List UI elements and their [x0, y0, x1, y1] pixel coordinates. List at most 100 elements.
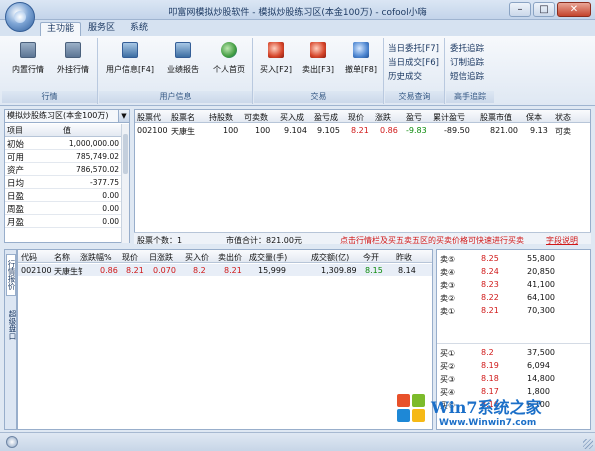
buy2-row[interactable]: 买② 8.19 6,094	[437, 360, 590, 372]
cell: 821.00	[490, 126, 518, 135]
cell: 8.21	[351, 126, 369, 135]
cell: 9.104	[284, 126, 307, 135]
tab-super-board[interactable]: 超级盘口	[6, 304, 17, 346]
group-user-info: 用户信息[F4] 业绩报告 个人首页 用户信息	[99, 38, 253, 104]
account-row: 月盈 0.00	[5, 215, 122, 228]
account-value: 0.00	[102, 217, 119, 226]
group-trade-query: 当日委托[F7] 当日成交[F6] 历史成交 交易查询	[385, 38, 445, 104]
level-price[interactable]: 8.19	[481, 361, 499, 370]
performance-report-button[interactable]: 业绩报告	[161, 42, 205, 75]
sell1-row[interactable]: 卖① 8.21 70,300	[437, 305, 590, 317]
tab-system[interactable]: 系统	[124, 22, 154, 36]
account-table-header: 项目 值	[5, 124, 122, 137]
account-row: 日均 -377.75	[5, 176, 122, 189]
cell: -9.83	[406, 126, 427, 135]
account-key: 初始	[7, 140, 25, 150]
account-scrollbar[interactable]	[121, 124, 129, 243]
level-price[interactable]: 8.25	[481, 254, 499, 263]
col-change-pct: 涨跌幅%	[80, 253, 112, 262]
col-ask: 卖出价	[218, 253, 242, 262]
account-value: 1,000,000.00	[68, 139, 119, 148]
tab-quote[interactable]: 行情报价	[6, 254, 16, 296]
level-price[interactable]: 8.21	[481, 306, 499, 315]
sms-track-link[interactable]: 短信追踪	[450, 70, 484, 82]
personal-home-button[interactable]: 个人首页	[207, 42, 251, 75]
account-select-value: 模拟炒股练习区(本金100万)	[7, 111, 109, 120]
cell: 0.86	[380, 126, 398, 135]
account-key: 资产	[7, 166, 25, 176]
settings-icon[interactable]	[6, 436, 18, 448]
external-quote-button[interactable]: 外挂行情	[50, 42, 96, 75]
buy-button[interactable]: 买入[F2]	[256, 42, 296, 75]
order-track-link[interactable]: 委托追踪	[450, 42, 484, 54]
grid-icon	[20, 42, 36, 58]
col-name: 股票名	[171, 113, 195, 122]
field-help-link[interactable]: 字段说明	[546, 235, 578, 246]
level-price[interactable]: 8.24	[481, 267, 499, 276]
cell: 可卖	[555, 127, 571, 136]
personal-home-label: 个人首页	[213, 65, 245, 74]
level-price[interactable]: 8.2	[481, 348, 494, 357]
sell3-row[interactable]: 卖③ 8.23 41,100	[437, 279, 590, 291]
chevron-down-icon[interactable]: ▼	[118, 110, 129, 122]
level-price[interactable]: 8.22	[481, 293, 499, 302]
app-menu-orb-icon[interactable]	[5, 2, 35, 32]
account-key: 可用	[7, 153, 25, 163]
cell: 9.105	[317, 126, 340, 135]
col-total-pl: 累计盈亏	[433, 113, 465, 122]
cancel-order-button[interactable]: 撤单[F8]	[340, 42, 382, 75]
builtin-quote-label: 内置行情	[12, 65, 44, 74]
today-orders-link[interactable]: 当日委托[F7]	[388, 42, 439, 54]
level-price[interactable]: 8.23	[481, 280, 499, 289]
cell: 1,309.89	[321, 266, 357, 275]
watermark-url: Www.Winwin7.com	[439, 418, 537, 428]
custom-track-link[interactable]: 订制追踪	[450, 56, 484, 68]
level-label: 买③	[440, 375, 456, 384]
cancel-order-label: 撤单[F8]	[345, 65, 377, 74]
level-volume: 20,850	[527, 267, 555, 276]
quote-side-tabs: 行情报价 超级盘口	[4, 249, 17, 430]
external-quote-label: 外挂行情	[57, 65, 89, 74]
buy1-row[interactable]: 买① 8.2 37,500	[437, 347, 590, 359]
level-volume: 64,100	[527, 293, 555, 302]
sell2-row[interactable]: 卖② 8.22 64,100	[437, 292, 590, 304]
close-button[interactable]: ✕	[557, 2, 591, 17]
cancel-order-icon	[353, 42, 369, 58]
cell: 0.86	[100, 266, 118, 275]
history-deals-link[interactable]: 历史成交	[388, 70, 422, 82]
maximize-button[interactable]: □	[533, 2, 555, 17]
buy-icon	[268, 42, 284, 58]
ribbon-tabs: 主功能 服务区 系统	[0, 20, 595, 36]
builtin-quote-button[interactable]: 内置行情	[6, 42, 50, 75]
level-price[interactable]: 8.18	[481, 374, 499, 383]
cell: 8.14	[398, 266, 416, 275]
expert-track-link[interactable]: 高手追踪	[446, 91, 494, 103]
level-volume: 55,800	[527, 254, 555, 263]
scroll-thumb[interactable]	[123, 134, 128, 174]
level-volume: 14,800	[527, 374, 555, 383]
tab-main[interactable]: 主功能	[40, 22, 82, 36]
account-select[interactable]: 模拟炒股练习区(本金100万) ▼	[5, 110, 129, 123]
user-info-button[interactable]: 用户信息[F4]	[101, 42, 159, 75]
buy3-row[interactable]: 买③ 8.18 14,800	[437, 373, 590, 385]
col-code: 股票代	[137, 113, 161, 122]
table-row[interactable]: 002100 天康生 100 100 9.104 9.105 8.21 0.86…	[135, 124, 590, 136]
cell: 8.15	[365, 266, 383, 275]
col-daily-change: 日涨跌	[149, 253, 173, 262]
table-row[interactable]: 002100 天康生钅 0.86 8.21 0.070 8.2 8.21 15,…	[18, 264, 432, 276]
account-value: 0.00	[102, 204, 119, 213]
account-key: 月盈	[7, 218, 25, 228]
sell-button[interactable]: 卖出[F3]	[298, 42, 338, 75]
quick-trade-hint: 点击行情栏及买五卖五区的买卖价格可快速进行买卖	[340, 236, 524, 245]
minimize-button[interactable]: –	[509, 2, 531, 17]
sell4-row[interactable]: 卖④ 8.24 20,850	[437, 266, 590, 278]
account-key: 日均	[7, 179, 25, 189]
account-value: 785,749.02	[76, 152, 119, 161]
resize-grip-icon[interactable]	[583, 439, 593, 449]
today-deals-link[interactable]: 当日成交[F6]	[388, 56, 439, 68]
level-label: 卖④	[440, 268, 456, 277]
col-sellable: 可卖数	[244, 113, 268, 122]
sell5-row[interactable]: 卖⑤ 8.25 55,800	[437, 253, 590, 265]
tab-service[interactable]: 服务区	[82, 22, 121, 36]
level-label: 卖②	[440, 294, 456, 303]
